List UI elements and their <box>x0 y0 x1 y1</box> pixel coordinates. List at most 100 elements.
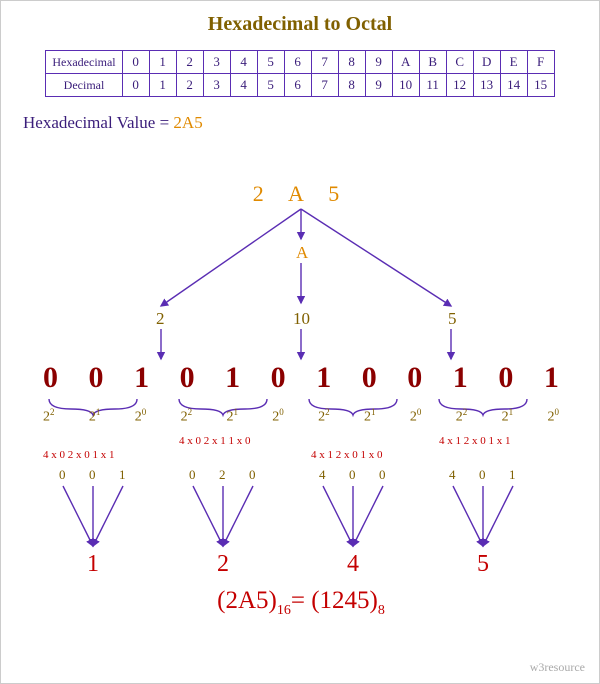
cell: 6 <box>284 74 311 97</box>
t: 0 <box>189 467 196 483</box>
cell: 1 <box>149 74 176 97</box>
cell: 4 <box>230 74 257 97</box>
cell: 14 <box>500 74 527 97</box>
binary-bits: 001010100101 <box>43 361 559 395</box>
eq-base8: 8 <box>378 603 385 618</box>
bit: 0 <box>89 361 104 395</box>
cell: 6 <box>284 51 311 74</box>
node-A: A <box>296 243 308 263</box>
cell: E <box>500 51 527 74</box>
t: 4 <box>319 467 326 483</box>
cell: 7 <box>311 74 338 97</box>
result-equation: (2A5)16= (1245)8 <box>1 587 600 619</box>
cell: 0 <box>122 51 149 74</box>
digit-A-dec: 10 <box>293 309 310 329</box>
octal-d4: 5 <box>477 551 489 578</box>
cell: 5 <box>257 51 284 74</box>
t: 1 <box>509 467 516 483</box>
hex-value-line: Hexadecimal Value = 2A5 <box>23 113 599 133</box>
eq-oct: 1245 <box>320 587 370 614</box>
power-label: 22 <box>181 407 193 426</box>
power-labels: 22 21 20 22 21 20 22 21 20 22 21 20 <box>43 407 559 426</box>
t: 0 <box>249 467 256 483</box>
hex-decimal-lookup-table: Hexadecimal 0 1 2 3 4 5 6 7 8 9 A B C D … <box>45 50 554 97</box>
bit: 0 <box>362 361 377 395</box>
bit: 0 <box>271 361 286 395</box>
octal-d3: 4 <box>347 551 359 578</box>
t: 0 <box>89 467 96 483</box>
t: 4 <box>449 467 456 483</box>
table-row-dec: Decimal 0 1 2 3 4 5 6 7 8 9 10 11 12 13 … <box>46 74 554 97</box>
row-header-dec: Decimal <box>46 74 122 97</box>
hex-value-label: Hexadecimal Value = <box>23 113 173 132</box>
cell: 11 <box>419 74 446 97</box>
row-header-hex: Hexadecimal <box>46 51 122 74</box>
bit: 1 <box>316 361 331 395</box>
power-label: 21 <box>502 407 514 426</box>
cell: 1 <box>149 51 176 74</box>
octal-d1: 1 <box>87 551 99 578</box>
t: 0 <box>349 467 356 483</box>
cell: 12 <box>446 74 473 97</box>
octal-d2: 2 <box>217 551 229 578</box>
add-group-2: 4 x 0 2 x 1 1 x 0 <box>179 435 251 447</box>
eq-equals: = <box>291 587 305 614</box>
cell: 7 <box>311 51 338 74</box>
bit: 0 <box>180 361 195 395</box>
watermark: w3resource <box>530 660 585 675</box>
bit: 1 <box>544 361 559 395</box>
cell: 3 <box>203 51 230 74</box>
cell: 0 <box>122 74 149 97</box>
bit: 0 <box>43 361 58 395</box>
cell: 3 <box>203 74 230 97</box>
bit: 1 <box>134 361 149 395</box>
digit-5: 5 <box>448 309 457 329</box>
bit: 1 <box>453 361 468 395</box>
table-row-hex: Hexadecimal 0 1 2 3 4 5 6 7 8 9 A B C D … <box>46 51 554 74</box>
cell: 5 <box>257 74 284 97</box>
t: 0 <box>479 467 486 483</box>
add-group-3: 4 x 1 2 x 0 1 x 0 <box>311 449 383 461</box>
power-label: 22 <box>456 407 468 426</box>
t: 0 <box>59 467 66 483</box>
add-group-1: 4 x 0 2 x 0 1 x 1 <box>43 449 115 461</box>
t: 2 <box>219 467 226 483</box>
power-label: 20 <box>410 407 422 426</box>
power-label: 22 <box>43 407 55 426</box>
cell: 8 <box>338 74 365 97</box>
cell: 2 <box>176 74 203 97</box>
cell: 9 <box>365 74 392 97</box>
cell: 2 <box>176 51 203 74</box>
page: Hexadecimal to Octal Hexadecimal 0 1 2 3… <box>0 0 600 684</box>
bit: 1 <box>225 361 240 395</box>
page-title: Hexadecimal to Octal <box>1 1 599 36</box>
eq-hex: 2A5 <box>225 587 268 614</box>
digit-2: 2 <box>156 309 165 329</box>
cell: 8 <box>338 51 365 74</box>
hex-value: 2A5 <box>173 113 202 132</box>
bit: 0 <box>407 361 422 395</box>
power-label: 21 <box>89 407 101 426</box>
power-label: 20 <box>135 407 147 426</box>
power-label: 21 <box>364 407 376 426</box>
cell: D <box>473 51 500 74</box>
cell: C <box>446 51 473 74</box>
cell: 15 <box>527 74 554 97</box>
bit: 0 <box>498 361 513 395</box>
power-label: 22 <box>318 407 330 426</box>
power-label: 20 <box>272 407 284 426</box>
power-label: 20 <box>547 407 559 426</box>
cell: F <box>527 51 554 74</box>
power-label: 21 <box>226 407 238 426</box>
cell: 4 <box>230 51 257 74</box>
cell: B <box>419 51 446 74</box>
t: 0 <box>379 467 386 483</box>
eq-base16: 16 <box>277 603 291 618</box>
cell: 13 <box>473 74 500 97</box>
conversion-diagram: 2 A 5 <box>1 181 600 621</box>
t: 1 <box>119 467 126 483</box>
cell: A <box>392 51 419 74</box>
cell: 9 <box>365 51 392 74</box>
cell: 10 <box>392 74 419 97</box>
add-group-4: 4 x 1 2 x 0 1 x 1 <box>439 435 511 447</box>
